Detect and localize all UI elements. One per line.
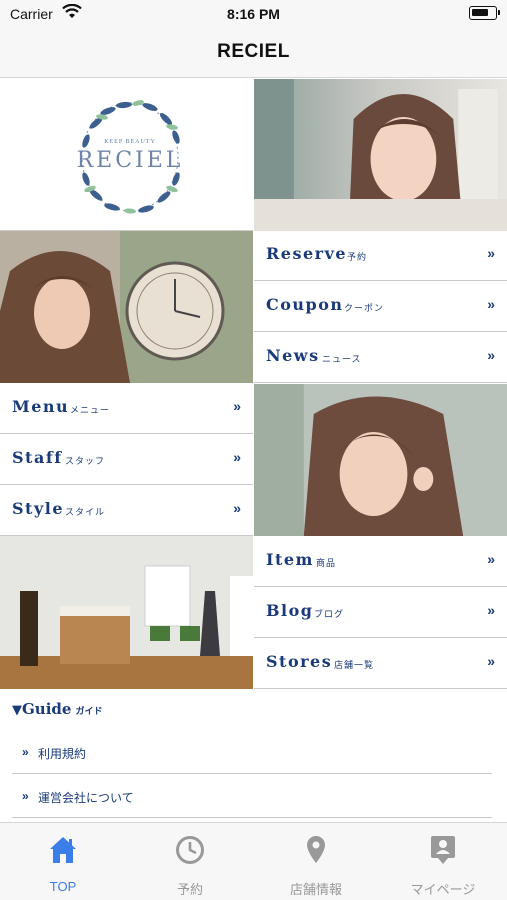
menu-blog-sublabel: ブログ <box>314 609 345 619</box>
menu-stores-label: Stores <box>266 652 333 671</box>
chevron-right-icon: » <box>233 500 241 516</box>
tab-mypage[interactable]: マイページ <box>380 823 506 900</box>
chevron-right-icon: » <box>487 347 495 363</box>
battery-icon <box>469 6 500 20</box>
menu-reserve-sublabel: 予約 <box>347 252 368 262</box>
menu-menu-sublabel: メニュー <box>70 405 111 415</box>
navigation-bar: RECIEL <box>0 28 507 78</box>
guide-title: Guide <box>22 700 72 718</box>
tab-reserve-label: 予約 <box>176 882 203 897</box>
photo-model-3 <box>253 384 507 536</box>
chevron-right-icon: » <box>487 551 495 567</box>
menu-stores-sublabel: 店舗一覧 <box>334 660 375 670</box>
chevron-right-icon: » <box>487 653 495 669</box>
menu-item-label: Item <box>266 550 314 569</box>
account-icon <box>431 836 455 864</box>
chevron-right-icon: » <box>22 745 29 759</box>
chevron-right-icon: » <box>233 398 241 414</box>
brand-logo: KEEP BEAUTY RECIEL <box>0 79 253 231</box>
photo-salon-interior <box>0 536 253 689</box>
chevron-right-icon: » <box>233 449 241 465</box>
menu-style-label: Style <box>12 499 64 518</box>
menu-coupon-label: Coupon <box>266 295 344 314</box>
menu-blog[interactable]: Blog ブログ » <box>254 588 507 638</box>
menu-staff-sublabel: スタッフ <box>65 456 106 466</box>
logo-tagline: KEEP BEAUTY <box>104 139 156 145</box>
chevron-right-icon: » <box>487 602 495 618</box>
map-pin-icon <box>307 836 325 863</box>
menu-style[interactable]: Style スタイル » <box>0 486 253 536</box>
tab-reserve[interactable]: 予約 <box>127 823 253 900</box>
guide-subtitle: ガイド <box>75 707 103 717</box>
menu-news[interactable]: News ニュース » <box>254 333 507 383</box>
guide-section: ▼Guide ガイド » 利用規約 » 運営会社について <box>0 690 507 822</box>
menu-stores[interactable]: Stores 店舗一覧 » <box>254 639 507 689</box>
tab-mypage-label: マイページ <box>410 882 476 897</box>
triangle-down-icon: ▼ <box>12 703 22 718</box>
clock-time: 8:16 PM <box>227 6 280 22</box>
menu-menu-label: Menu <box>12 397 70 416</box>
home-icon <box>50 837 76 863</box>
chevron-right-icon: » <box>22 789 29 803</box>
tab-top-label: TOP <box>49 879 77 894</box>
menu-reserve[interactable]: Reserve 予約 » <box>254 231 507 281</box>
menu-coupon[interactable]: Coupon クーポン » <box>254 282 507 332</box>
wreath-icon: KEEP BEAUTY RECIEL <box>77 100 184 214</box>
menu-item[interactable]: Item 商品 » <box>254 537 507 587</box>
menu-news-label: News <box>266 346 320 365</box>
guide-link-company[interactable]: » 運営会社について <box>12 774 492 818</box>
menu-blog-label: Blog <box>266 601 314 620</box>
chevron-right-icon: » <box>487 245 495 261</box>
tab-store-info-label: 店舗情報 <box>289 882 342 897</box>
chevron-right-icon: » <box>487 296 495 312</box>
tab-store-info[interactable]: 店舗情報 <box>253 823 379 900</box>
menu-news-sublabel: ニュース <box>322 354 362 364</box>
photo-model-1 <box>253 79 507 231</box>
guide-heading: ▼Guide ガイド <box>12 700 102 718</box>
menu-item-sublabel: 商品 <box>316 558 337 568</box>
menu-staff[interactable]: Staff スタッフ » <box>0 435 253 485</box>
menu-coupon-sublabel: クーポン <box>344 303 385 313</box>
tab-top[interactable]: TOP <box>0 823 126 900</box>
guide-link-terms-label: 利用規約 <box>38 747 87 761</box>
guide-link-company-label: 運営会社について <box>38 791 134 805</box>
menu-reserve-label: Reserve <box>266 244 348 263</box>
photo-model-2 <box>0 231 253 383</box>
clock-icon <box>176 836 204 864</box>
logo-brand-text: RECIEL <box>77 148 184 173</box>
guide-link-terms[interactable]: » 利用規約 <box>12 730 492 774</box>
menu-staff-label: Staff <box>12 448 63 467</box>
menu-menu[interactable]: Menu メニュー » <box>0 384 253 434</box>
tab-bar: TOP 予約 店舗情報 マイページ <box>0 822 507 900</box>
status-bar: Carrier 8:16 PM <box>0 0 507 28</box>
page-title: RECIEL <box>217 41 290 62</box>
menu-style-sublabel: スタイル <box>65 507 106 517</box>
